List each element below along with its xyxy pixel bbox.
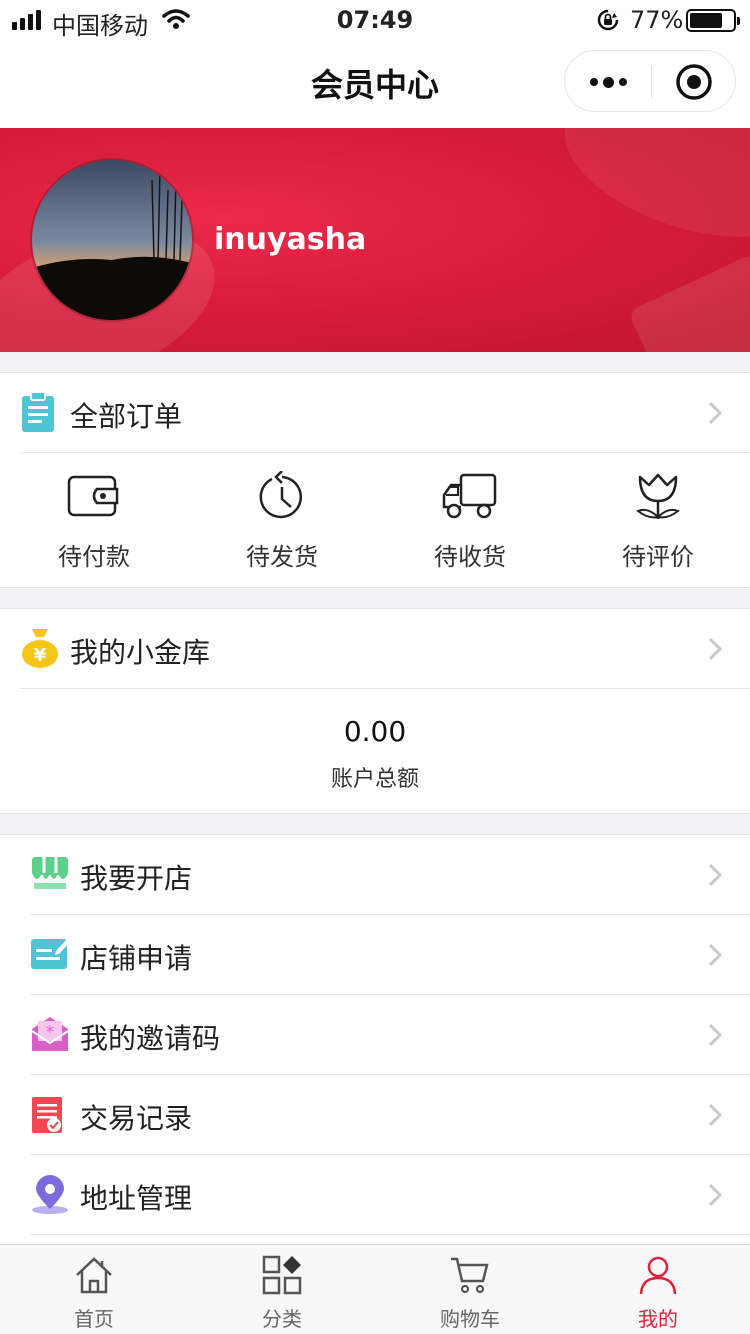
home-icon (0, 1255, 188, 1299)
apply-icon (30, 935, 70, 975)
record-icon (30, 1095, 70, 1135)
order-status-grid: 待付款 待发货 待收货 待评价 (0, 453, 750, 587)
balance-label: 账户总额 (330, 767, 419, 792)
chevron-right-icon (708, 401, 723, 429)
tab-label: 购物车 (440, 1307, 500, 1331)
more-button[interactable] (565, 51, 651, 113)
order-status-label: 待发货 (246, 543, 318, 571)
username: inuyasha (214, 222, 367, 257)
truck-icon (376, 471, 564, 527)
chevron-right-icon (708, 943, 723, 971)
tab-cart[interactable]: 购物车 (376, 1245, 564, 1334)
avatar[interactable] (30, 158, 194, 322)
svg-text:*: * (46, 1022, 54, 1041)
miniprogram-capsule (564, 50, 736, 112)
vault-card: ¥ 我的小金库 0.00 账户总额 (0, 608, 750, 814)
battery-icon (686, 9, 740, 32)
invite-icon: * (30, 1015, 70, 1055)
profile-banner: inuyasha (0, 128, 750, 352)
order-status-label: 待评价 (622, 543, 694, 571)
user-icon (564, 1255, 750, 1299)
clock-icon (188, 471, 376, 527)
money-bag-icon: ¥ (20, 627, 60, 671)
order-pending-payment[interactable]: 待付款 (0, 453, 188, 587)
vault-label: 我的小金库 (70, 636, 211, 669)
tulip-icon (564, 471, 750, 527)
menu-item-transactions[interactable]: 交易记录 (0, 1075, 750, 1155)
menu-item-label: 我要开店 (80, 862, 193, 895)
shop-icon (30, 855, 70, 895)
nav-bar: 会员中心 (0, 40, 750, 128)
order-status-label: 待付款 (58, 543, 130, 571)
balance-amount: 0.00 (343, 715, 407, 748)
tab-mine[interactable]: 我的 (564, 1245, 750, 1334)
menu-item-shop-apply[interactable]: 店铺申请 (0, 915, 750, 995)
target-icon (676, 64, 712, 100)
status-bar: 中国移动 07:49 77% (0, 0, 750, 40)
order-pending-shipment[interactable]: 待发货 (188, 453, 376, 587)
chevron-right-icon (708, 1103, 723, 1131)
menu-item-invite-code[interactable]: * 我的邀请码 (0, 995, 750, 1075)
order-status-label: 待收货 (434, 543, 506, 571)
menu-item-label: 地址管理 (80, 1182, 193, 1215)
tab-label: 我的 (638, 1307, 678, 1331)
chevron-right-icon (708, 863, 723, 891)
battery-percent: 77% (630, 6, 684, 34)
menu-item-label: 交易记录 (80, 1102, 193, 1135)
all-orders-label: 全部订单 (70, 400, 183, 433)
tab-label: 分类 (262, 1307, 302, 1331)
menu-card: 我要开店 店铺申请 * 我的邀请码 交易记录 地址管理 (0, 834, 750, 1244)
battery-fill (690, 13, 723, 28)
cart-icon (376, 1255, 564, 1299)
order-pending-receipt[interactable]: 待收货 (376, 453, 564, 587)
wallet-icon (0, 471, 188, 527)
dot-icon (589, 78, 598, 86)
location-icon (30, 1175, 70, 1215)
dot-icon (602, 76, 614, 88)
close-miniprogram-button[interactable] (651, 51, 737, 113)
tab-category[interactable]: 分类 (188, 1245, 376, 1334)
order-pending-review[interactable]: 待评价 (564, 453, 750, 587)
orders-card: 全部订单 待付款 待发货 待收货 待评价 (0, 372, 750, 588)
category-icon (188, 1255, 376, 1299)
menu-item-address[interactable]: 地址管理 (0, 1155, 750, 1235)
tab-bar: 首页 分类 购物车 我的 (0, 1244, 750, 1334)
all-orders-row[interactable]: 全部订单 (0, 373, 750, 453)
vault-row[interactable]: ¥ 我的小金库 (0, 609, 750, 689)
orientation-lock-icon (596, 8, 620, 36)
tab-label: 首页 (74, 1307, 114, 1331)
dot-icon (618, 78, 627, 86)
menu-item-label: 我的邀请码 (80, 1022, 221, 1055)
chevron-right-icon (708, 637, 723, 665)
clipboard-icon (20, 391, 60, 435)
chevron-right-icon (708, 1183, 723, 1211)
menu-item-open-shop[interactable]: 我要开店 (0, 835, 750, 915)
chevron-right-icon (708, 1023, 723, 1051)
menu-item-label: 店铺申请 (80, 942, 193, 975)
svg-text:¥: ¥ (34, 645, 47, 666)
tab-home[interactable]: 首页 (0, 1245, 188, 1334)
